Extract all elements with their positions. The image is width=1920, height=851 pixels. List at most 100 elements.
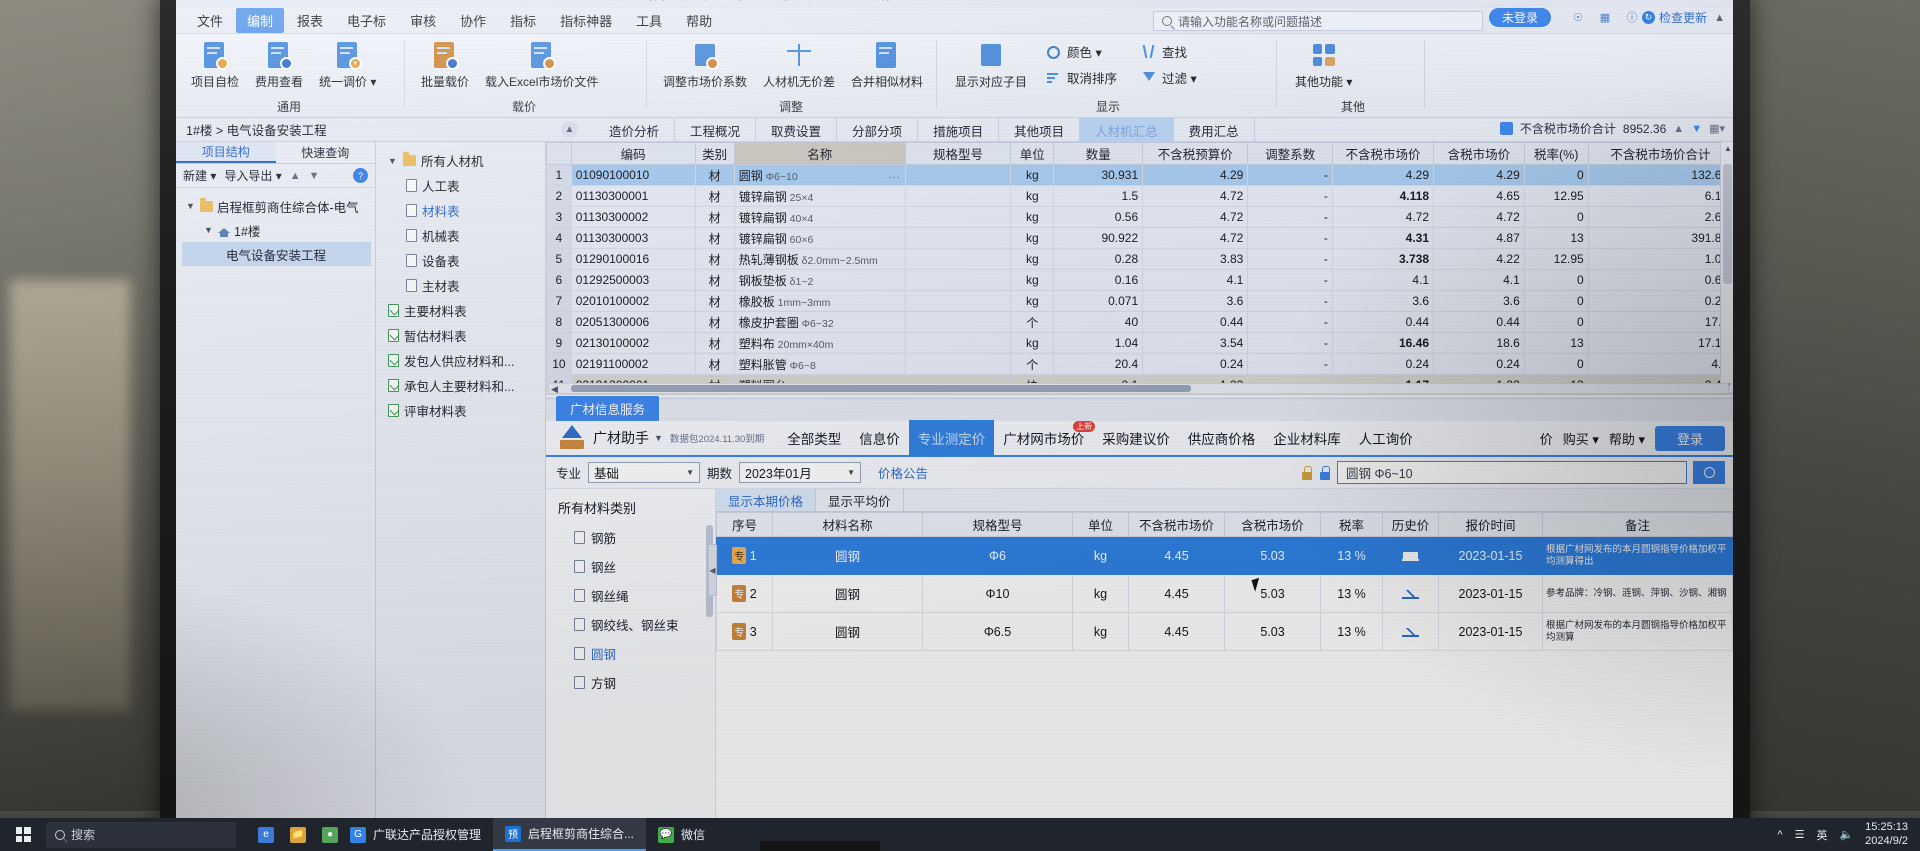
show-sub-item-button[interactable]: 显示对应子目: [948, 36, 1034, 90]
history-chart-icon[interactable]: [1402, 586, 1419, 599]
cell-unit[interactable]: kg: [1010, 227, 1055, 249]
cell-category[interactable]: 材: [694, 332, 735, 354]
start-button[interactable]: [0, 818, 46, 851]
check-update-button[interactable]: ↻ 检查更新: [1641, 8, 1707, 27]
material-tree-item-material[interactable]: 材料表: [376, 198, 545, 223]
cell-budget-price[interactable]: 4.1: [1142, 269, 1249, 291]
th-budget-price[interactable]: 不含税预算价: [1142, 142, 1249, 165]
table-row[interactable]: 8 02051300006 材橡皮护套圈 Φ6~32 个 40 0.44-0.44 0.44…: [546, 311, 1733, 333]
table-row[interactable]: 10 02191100002 材塑料胀管 Φ6~8 个 20.4 0.24-0.24 0.2…: [546, 353, 1733, 375]
cell-code[interactable]: 02191100002: [570, 353, 696, 375]
color-button[interactable]: 颜色 ▾: [1040, 39, 1123, 64]
sidebar-tab-quickquery[interactable]: 快速查询: [276, 142, 376, 163]
material-tree-item-main-material[interactable]: 主材表: [376, 273, 545, 298]
cell-code[interactable]: 01130300003: [570, 227, 696, 249]
gc-tab-professional-price[interactable]: 专业测定价: [908, 420, 995, 456]
menu-item-report[interactable]: 报表: [286, 8, 334, 33]
menu-item-indicator-tool[interactable]: 指标神器: [549, 8, 623, 33]
cell-tax-market-price[interactable]: 5.03: [1224, 574, 1321, 613]
cell-coefficient[interactable]: -: [1247, 290, 1333, 312]
cell-market-price-notax[interactable]: 4.118: [1331, 185, 1435, 207]
cell-spec[interactable]: [904, 227, 1012, 249]
cell-category[interactable]: 材: [694, 185, 735, 207]
tab-subdivision[interactable]: 分部分项: [837, 118, 919, 142]
th-tax-rate[interactable]: 税率(%): [1523, 142, 1589, 165]
ribbon-collapse-icon[interactable]: ▲: [1714, 12, 1725, 24]
th-code[interactable]: 编码: [570, 142, 696, 165]
tree-node-root[interactable]: ▼ 启程框剪商住综合体-电气: [182, 194, 371, 218]
result-tab-average[interactable]: 显示平均价: [816, 489, 904, 511]
cell-market-price-tax[interactable]: 18.6: [1433, 332, 1525, 354]
cell-total-notax[interactable]: 17.12: [1587, 332, 1733, 354]
cell-tax-rate[interactable]: 0: [1523, 290, 1589, 312]
taskbar-clock[interactable]: 15:25:13 2024/9/2: [1865, 821, 1908, 849]
major-select[interactable]: 基础 ▼: [588, 462, 701, 483]
login-status-button[interactable]: 未登录: [1488, 8, 1551, 27]
menu-item-ebid[interactable]: 电子标: [336, 8, 397, 33]
cell-tax-rate[interactable]: 13: [1523, 227, 1589, 249]
cell-code[interactable]: 02130100002: [570, 332, 696, 354]
cell-unit[interactable]: kg: [1010, 206, 1055, 228]
gc-buy-menu[interactable]: 购买 ▾: [1563, 429, 1599, 448]
table-row[interactable]: 3 01130300002 材镀锌扁钢 40×4 kg 0.56 4.72-4.72 4.7…: [546, 206, 1733, 228]
cell-category[interactable]: 材: [694, 206, 735, 228]
cell-tax-rate[interactable]: 12.95: [1523, 185, 1589, 207]
ime-icon[interactable]: 英: [1816, 827, 1827, 843]
cell-total-notax[interactable]: 6.18: [1587, 185, 1733, 207]
taskbar-app-glodon-project[interactable]: 预 启程框剪商住综合...: [493, 818, 647, 851]
tree-node-electrical-engineering[interactable]: 电气设备安装工程: [182, 242, 371, 266]
prev-icon[interactable]: ▲: [1673, 123, 1684, 135]
cell-total-notax[interactable]: 1.05: [1587, 248, 1733, 270]
cell-budget-price[interactable]: 4.29: [1142, 164, 1249, 186]
cell-quantity[interactable]: 1.04: [1053, 332, 1144, 354]
cell-unit[interactable]: 个: [1010, 311, 1055, 333]
category-item-round-steel[interactable]: 圆钢: [546, 639, 715, 668]
scroll-thumb[interactable]: [1723, 164, 1732, 284]
table-row[interactable]: 7 02010100002 材橡胶板 1mm~3mm kg 0.071 3.6-3.6 3.…: [546, 290, 1733, 312]
cell-spec[interactable]: [904, 248, 1012, 270]
cell-budget-price[interactable]: 3.83: [1142, 248, 1249, 270]
cell-code[interactable]: 02051300006: [570, 311, 696, 333]
taskbar-app-license-manager[interactable]: G 广联达产品授权管理: [338, 818, 493, 851]
sidebar-tab-structure[interactable]: 项目结构: [176, 142, 276, 163]
table-row[interactable]: 6 01292500003 材钢板垫板 δ1~2 kg 0.16 4.1-4.1 4.1 0 0…: [546, 269, 1733, 291]
material-search-button[interactable]: [1693, 461, 1725, 484]
cell-market-price-tax[interactable]: 0.44: [1433, 311, 1525, 333]
cell-name[interactable]: 钢板垫板 δ1~2: [733, 269, 906, 291]
cancel-sort-button[interactable]: 取消排序: [1040, 65, 1123, 90]
headset-icon[interactable]: ☉: [1569, 8, 1587, 26]
cell-unit[interactable]: kg: [1010, 185, 1055, 207]
more-ellipsis-icon[interactable]: ...: [888, 167, 901, 181]
category-item-square-steel[interactable]: 方钢: [546, 668, 715, 697]
folder-icon[interactable]: 📁: [290, 826, 306, 843]
cell-quantity[interactable]: 0.071: [1053, 290, 1144, 312]
th-total-notax[interactable]: 不含税市场价合计: [1587, 142, 1733, 165]
sidebar-new-button[interactable]: 新建 ▾: [183, 167, 216, 184]
gc-tab-supplier-price[interactable]: 供应商价格: [1179, 420, 1265, 456]
cell-coefficient[interactable]: -: [1247, 248, 1333, 270]
cell-budget-price[interactable]: 4.72: [1142, 227, 1249, 249]
tab-labor-material-summary[interactable]: 人材机汇总: [1080, 118, 1174, 142]
cell-name[interactable]: 橡皮护套圈 Φ6~32: [733, 311, 906, 333]
cell-quantity[interactable]: 90.922: [1053, 227, 1144, 249]
cell-quantity[interactable]: 0.28: [1053, 248, 1144, 270]
cell-spec-model[interactable]: Φ6.5: [922, 612, 1073, 651]
th-spec[interactable]: 规格型号: [904, 142, 1012, 165]
th-coefficient[interactable]: 调整系数: [1247, 142, 1333, 165]
cell-budget-price[interactable]: 4.72: [1142, 185, 1249, 207]
cell-quantity[interactable]: 20.4: [1053, 353, 1144, 375]
sidebar-help-icon[interactable]: ?: [353, 168, 368, 183]
material-tree-item-owner-supplied[interactable]: 发包人供应材料和...: [376, 348, 545, 373]
cell-coefficient[interactable]: -: [1247, 185, 1333, 207]
cell-market-price-notax[interactable]: 16.46: [1331, 332, 1435, 354]
cell-total-notax[interactable]: 2.64: [1587, 206, 1733, 228]
cell-spec[interactable]: [904, 353, 1012, 375]
cell-tax-rate[interactable]: 0: [1523, 269, 1589, 291]
grid-horizontal-scrollbar[interactable]: ◀: [548, 383, 1729, 394]
move-up-icon[interactable]: ▲: [290, 170, 301, 182]
cell-total-notax[interactable]: 4.9: [1587, 353, 1733, 375]
fee-view-button[interactable]: 费用查看: [248, 36, 310, 90]
th-unit[interactable]: 单位: [1010, 142, 1055, 165]
gc-tab-info-price[interactable]: 信息价: [850, 420, 909, 456]
material-tree-root[interactable]: ▼ 所有人材机: [376, 148, 545, 173]
